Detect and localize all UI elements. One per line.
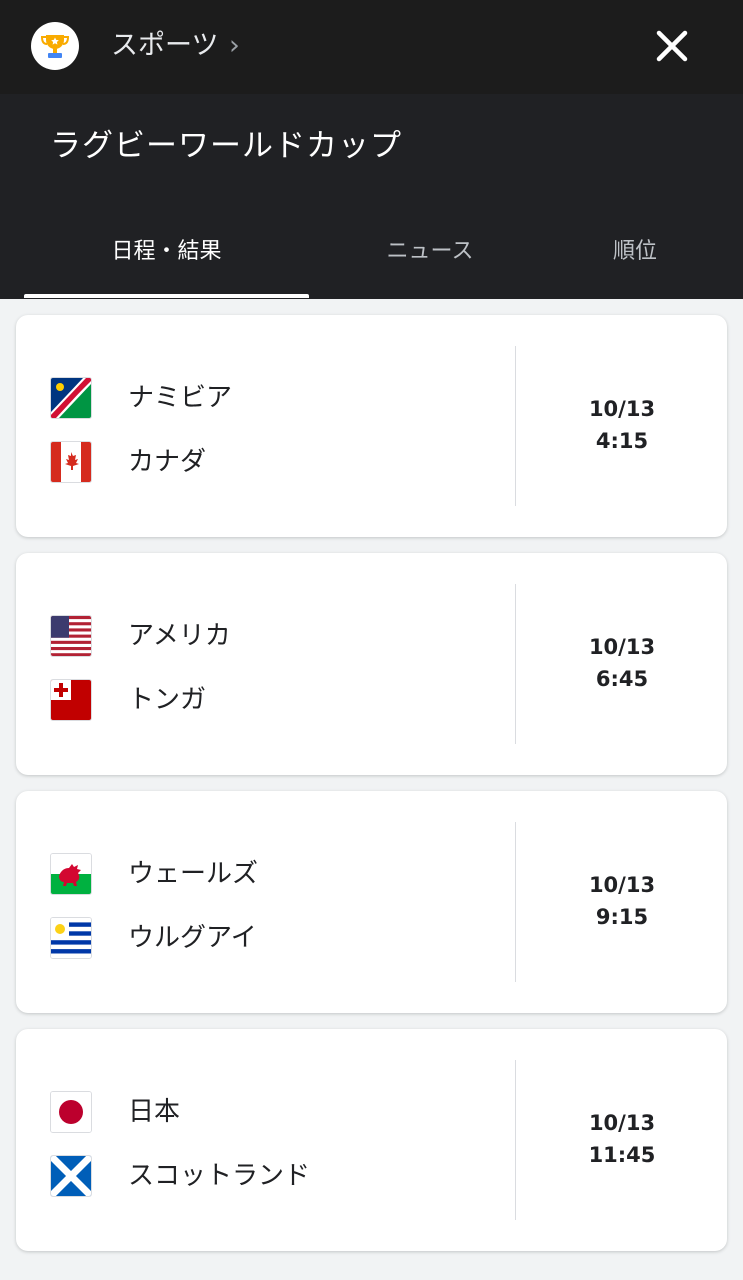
card-divider bbox=[515, 1060, 516, 1220]
match-date: 10/13 bbox=[588, 635, 656, 659]
home-team-name: アメリカ bbox=[128, 621, 231, 651]
card-divider bbox=[515, 584, 516, 744]
wales-flag bbox=[50, 853, 92, 895]
japan-flag bbox=[50, 1091, 92, 1133]
home-team-name: ウェールズ bbox=[128, 859, 259, 889]
trophy-icon[interactable] bbox=[31, 22, 79, 70]
match-time: 6:45 bbox=[595, 667, 649, 691]
away-team-name: ウルグアイ bbox=[128, 923, 257, 953]
close-icon[interactable] bbox=[650, 24, 694, 68]
usa-flag bbox=[50, 615, 92, 657]
canada-flag bbox=[50, 441, 92, 483]
away-team-name: スコットランド bbox=[128, 1161, 311, 1191]
namibia-flag bbox=[50, 377, 92, 419]
uruguay-flag bbox=[50, 917, 92, 959]
chevron-right-icon: › bbox=[229, 30, 240, 61]
match-time: 4:15 bbox=[595, 429, 649, 453]
tab-news[interactable]: ニュース bbox=[330, 232, 530, 272]
match-card[interactable]: ウェールズ ウルグアイ 10/13 9:15 bbox=[16, 791, 727, 1013]
card-divider bbox=[515, 346, 516, 506]
home-team-name: ナミビア bbox=[128, 383, 233, 413]
breadcrumb-sports[interactable]: スポーツ bbox=[111, 26, 218, 66]
match-card[interactable]: 日本 スコットランド 10/13 11:45 bbox=[16, 1029, 727, 1251]
tab-schedule-results[interactable]: 日程・結果 bbox=[24, 232, 309, 272]
match-card[interactable]: ナミビア カナダ 10/13 4:15 bbox=[16, 315, 727, 537]
match-card[interactable]: アメリカ トンガ 10/13 6:45 bbox=[16, 553, 727, 775]
card-divider bbox=[515, 822, 516, 982]
scotland-flag bbox=[50, 1155, 92, 1197]
match-time: 9:15 bbox=[595, 905, 649, 929]
tonga-flag bbox=[50, 679, 92, 721]
away-team-name: トンガ bbox=[128, 685, 207, 715]
match-date: 10/13 bbox=[588, 397, 656, 421]
page-title: ラグビーワールドカップ bbox=[50, 128, 402, 164]
match-time: 11:45 bbox=[588, 1143, 656, 1167]
competition-header: ラグビーワールドカップ 日程・結果 ニュース 順位 bbox=[0, 94, 743, 299]
active-tab-indicator bbox=[24, 294, 309, 298]
match-date: 10/13 bbox=[588, 873, 656, 897]
away-team-name: カナダ bbox=[128, 447, 207, 477]
home-team-name: 日本 bbox=[128, 1097, 181, 1127]
tab-standings[interactable]: 順位 bbox=[560, 232, 710, 272]
top-bar: スポーツ › bbox=[0, 0, 743, 94]
match-date: 10/13 bbox=[588, 1111, 656, 1135]
